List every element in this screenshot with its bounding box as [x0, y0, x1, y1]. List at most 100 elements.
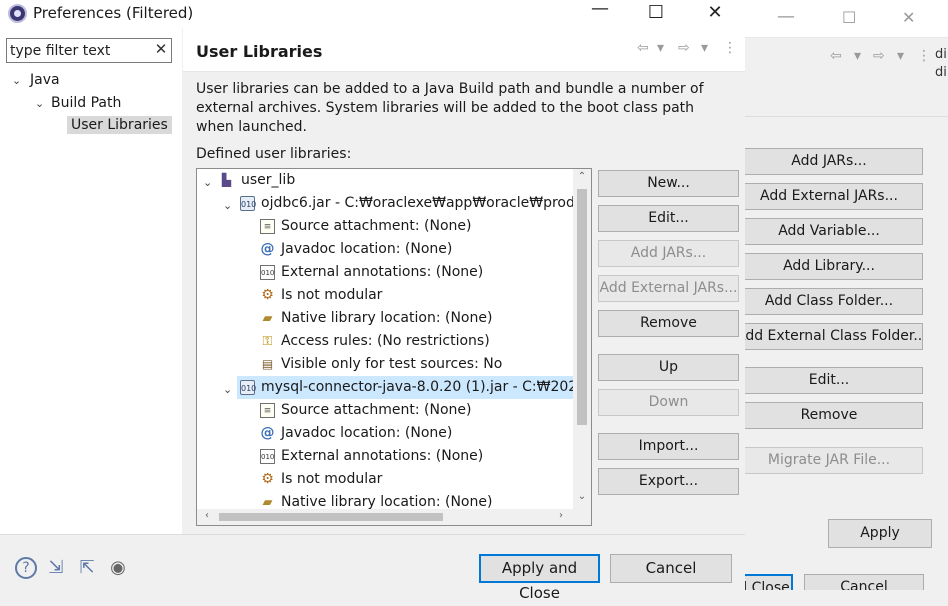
apply-and-close-button[interactable]: Apply and Close — [479, 554, 600, 602]
tree-row-label: ojdbc6.jar - C:₩oraclexe₩app₩oracle₩prod… — [261, 195, 573, 211]
back-dropdown-icon[interactable]: ▾ — [657, 40, 664, 56]
source-attachment-icon: ≡ — [260, 403, 275, 418]
tree-row-label: mysql-connector-java-8.0.20 (1).jar - C:… — [261, 379, 573, 395]
vertical-scroll-thumb[interactable] — [577, 189, 587, 425]
export-preferences-icon[interactable]: ⇱ — [76, 557, 98, 579]
page-description: User libraries can be added to a Java Bu… — [196, 81, 704, 135]
bg-migrate-jar-button[interactable]: Migrate JAR File... — [745, 447, 923, 474]
tree-row-native-library[interactable]: ▰ Native library location: (None) — [197, 491, 573, 509]
cancel-button[interactable]: Cancel — [610, 554, 732, 583]
preference-page: User Libraries ⇦ ▾ ⇨ ▾ ⋮ User libraries … — [183, 28, 745, 534]
tree-row-label: External annotations: (None) — [281, 448, 484, 464]
scroll-corner — [573, 509, 591, 525]
bg-add-external-class-folder-button[interactable]: Add External Class Folder... — [745, 323, 923, 350]
bg-add-jars-button[interactable]: Add JARs... — [745, 148, 923, 175]
tree-row-label: External annotations: (None) — [281, 264, 484, 280]
bg-add-variable-button[interactable]: Add Variable... — [745, 218, 923, 245]
modular-icon: ⚙ — [261, 471, 274, 487]
tree-row-source-attachment[interactable]: ≡ Source attachment: (None) — [197, 399, 573, 422]
edit-button[interactable]: Edit... — [598, 205, 739, 232]
scroll-right-icon[interactable]: › — [553, 510, 569, 521]
bg-apply-close-button[interactable]: d Close — [745, 574, 793, 590]
page-header: User Libraries ⇦ ▾ ⇨ ▾ ⋮ — [183, 28, 745, 72]
bg-side-text: di di — [935, 47, 947, 80]
bg-close-icon[interactable]: ✕ — [902, 8, 915, 27]
bg-back-dropdown-icon[interactable]: ▾ — [854, 48, 861, 64]
library-icon: ▙ — [221, 173, 232, 187]
bg-apply-button[interactable]: Apply — [828, 519, 932, 548]
tree-row-test-sources[interactable]: ▤ Visible only for test sources: No — [197, 353, 573, 376]
bg-add-library-button[interactable]: Add Library... — [745, 253, 923, 280]
tree-row-javadoc[interactable]: @ Javadoc location: (None) — [197, 422, 573, 445]
help-icon[interactable]: ? — [15, 557, 37, 579]
bg-add-class-folder-button[interactable]: Add Class Folder... — [745, 288, 923, 315]
jar-icon: 010 — [240, 380, 256, 395]
scroll-down-icon[interactable]: ⌄ — [574, 491, 590, 502]
preference-tree-pane: ✕ ⌄ Java ⌄ Build Path User Libraries — [0, 28, 182, 534]
tree-item-java[interactable]: Java — [30, 72, 60, 88]
down-button[interactable]: Down — [598, 389, 739, 416]
bg-back-icon[interactable]: ⇦ — [830, 48, 842, 64]
new-button[interactable]: New... — [598, 170, 739, 197]
tree-item-build-path[interactable]: Build Path — [51, 95, 121, 111]
tree-row-ojdbc6-jar[interactable]: ⌄ 010 ojdbc6.jar - C:₩oraclexe₩app₩oracl… — [197, 192, 573, 215]
forward-dropdown-icon[interactable]: ▾ — [701, 40, 708, 56]
bg-menu-icon[interactable]: ⋮ — [917, 48, 931, 64]
bg-remove-button[interactable]: Remove — [745, 402, 923, 429]
close-icon[interactable]: ✕ — [692, 0, 738, 28]
bg-minimize-icon[interactable]: — — [777, 6, 795, 27]
tree-row-source-attachment[interactable]: ≡ Source attachment: (None) — [197, 215, 573, 238]
export-button[interactable]: Export... — [598, 468, 739, 495]
up-button[interactable]: Up — [598, 354, 739, 381]
tree-item-user-libraries[interactable]: User Libraries — [67, 116, 172, 134]
filter-input[interactable] — [10, 41, 150, 61]
bg-edit-button[interactable]: Edit... — [745, 367, 923, 394]
import-button[interactable]: Import... — [598, 433, 739, 460]
bg-forward-dropdown-icon[interactable]: ▾ — [897, 48, 904, 64]
view-menu-icon[interactable]: ⋮ — [723, 40, 737, 56]
bg-cancel-button[interactable]: Cancel — [804, 574, 924, 590]
record-icon[interactable]: ◉ — [107, 557, 129, 579]
back-icon[interactable]: ⇦ — [637, 40, 649, 56]
bg-maximize-icon[interactable]: ☐ — [842, 8, 856, 27]
tree-row-external-annotations[interactable]: 010 External annotations: (None) — [197, 445, 573, 468]
javadoc-icon: @ — [260, 241, 275, 257]
tree-row-user-lib[interactable]: ⌄ ▙ user_lib — [197, 169, 573, 192]
tree-row-access-rules[interactable]: ⚿ Access rules: (No restrictions) — [197, 330, 573, 353]
horizontal-scroll-thumb[interactable] — [219, 513, 443, 521]
chevron-down-icon[interactable]: ⌄ — [35, 97, 45, 110]
tree-row-modular[interactable]: ⚙ Is not modular — [197, 284, 573, 307]
import-preferences-icon[interactable]: ⇲ — [45, 557, 67, 579]
add-external-jars-button[interactable]: Add External JARs... — [598, 275, 739, 302]
maximize-icon[interactable]: ☐ — [633, 0, 679, 28]
access-rules-icon: ⚿ — [262, 334, 273, 349]
tree-row-label: Source attachment: (None) — [281, 218, 472, 234]
background-window: — ☐ ✕ ⇦ ▾ ⇨ ▾ ⋮ di di Add JARs... Add Ex… — [745, 0, 948, 590]
add-jars-button[interactable]: Add JARs... — [598, 240, 739, 267]
tree-row-label: Native library location: (None) — [281, 310, 493, 326]
vertical-scrollbar[interactable]: ⌃ ⌄ — [573, 169, 591, 509]
tree-row-label: Access rules: (No restrictions) — [281, 333, 490, 349]
horizontal-scrollbar[interactable]: ‹ › — [197, 509, 573, 525]
tree-row-javadoc[interactable]: @ Javadoc location: (None) — [197, 238, 573, 261]
scroll-up-icon[interactable]: ⌃ — [574, 171, 590, 182]
remove-button[interactable]: Remove — [598, 310, 739, 337]
tree-row-label: Source attachment: (None) — [281, 402, 472, 418]
jar-icon: 010 — [240, 196, 256, 211]
scroll-left-icon[interactable]: ‹ — [199, 510, 215, 521]
user-libraries-tree[interactable]: ⌄ ▙ user_lib ⌄ 010 ojdbc6.jar - C:₩oracl… — [196, 168, 592, 526]
native-library-icon: ▰ — [262, 495, 273, 509]
clear-filter-icon[interactable]: ✕ — [153, 40, 169, 60]
bg-add-external-jars-button[interactable]: Add External JARs... — [745, 183, 923, 210]
chevron-down-icon[interactable]: ⌄ — [12, 74, 22, 87]
forward-icon[interactable]: ⇨ — [678, 40, 690, 56]
tree-row-external-annotations[interactable]: 010 External annotations: (None) — [197, 261, 573, 284]
bg-forward-icon[interactable]: ⇨ — [873, 48, 885, 64]
minimize-icon[interactable]: — — [577, 0, 623, 24]
chevron-down-icon[interactable]: ⌄ — [203, 172, 213, 189]
tree-row-mysql-connector-jar[interactable]: ⌄ 010 mysql-connector-java-8.0.20 (1).ja… — [197, 376, 573, 399]
chevron-down-icon[interactable]: ⌄ — [223, 379, 233, 396]
tree-row-modular[interactable]: ⚙ Is not modular — [197, 468, 573, 491]
chevron-down-icon[interactable]: ⌄ — [223, 195, 233, 212]
tree-row-native-library[interactable]: ▰ Native library location: (None) — [197, 307, 573, 330]
